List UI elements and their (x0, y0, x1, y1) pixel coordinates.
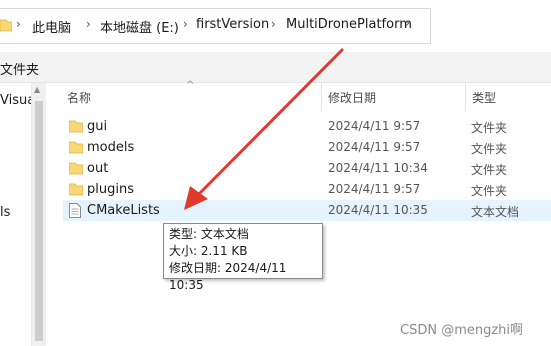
annotation-arrow-icon (184, 48, 344, 210)
watermark: CSDN @mengzhi啊 (400, 323, 524, 338)
